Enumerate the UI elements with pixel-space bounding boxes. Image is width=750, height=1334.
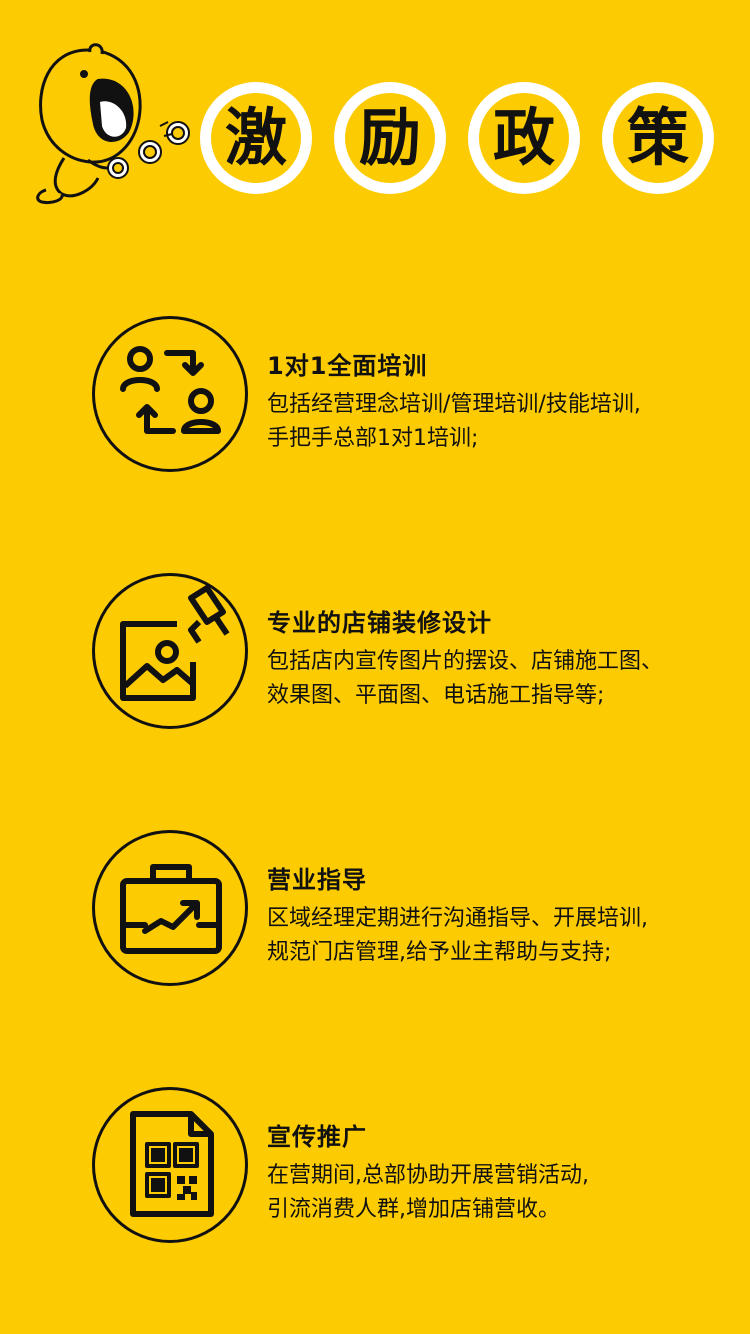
title-char: 激 bbox=[211, 93, 301, 183]
title-circle: 策 bbox=[602, 82, 714, 194]
item-desc-line: 在营期间,总部协助开展营销活动, bbox=[267, 1163, 589, 1188]
header: 激 励 政 策 bbox=[0, 0, 750, 230]
item-title: 宣传推广 bbox=[267, 1123, 367, 1151]
item-title: 营业指导 bbox=[267, 866, 367, 894]
policy-item-business-guidance: 营业指导 区域经理定期进行沟通指导、开展培训, 规范门店管理,给予业主帮助与支持… bbox=[92, 830, 732, 990]
item-description: 在营期间,总部协助开展营销活动, 引流消费人群,增加店铺营收。 bbox=[267, 1159, 727, 1227]
title-char: 励 bbox=[345, 93, 435, 183]
title-circle: 励 bbox=[334, 82, 446, 194]
policy-item-promotion: 宣传推广 在营期间,总部协助开展营销活动, 引流消费人群,增加店铺营收。 bbox=[92, 1087, 732, 1247]
title-char: 政 bbox=[479, 93, 569, 183]
title-circle: 政 bbox=[468, 82, 580, 194]
item-desc-line: 引流消费人群,增加店铺营收。 bbox=[267, 1197, 560, 1222]
policy-item-decoration: 专业的店铺装修设计 包括店内宣传图片的摆设、店铺施工图、 效果图、平面图、电话施… bbox=[92, 573, 732, 733]
item-description: 区域经理定期进行沟通指导、开展培训, 规范门店管理,给予业主帮助与支持; bbox=[267, 902, 727, 970]
item-desc-line: 包括店内宣传图片的摆设、店铺施工图、 bbox=[267, 649, 664, 674]
item-description: 包括店内宣传图片的摆设、店铺施工图、 效果图、平面图、电话施工指导等; bbox=[267, 645, 727, 713]
item-title: 1对1全面培训 bbox=[267, 352, 428, 380]
item-title: 专业的店铺装修设计 bbox=[267, 609, 492, 637]
qr-document-icon bbox=[92, 1087, 248, 1243]
item-description: 包括经营理念培训/管理培训/技能培训, 手把手总部1对1培训; bbox=[267, 388, 727, 456]
item-desc-line: 包括经营理念培训/管理培训/技能培训, bbox=[267, 392, 641, 417]
mascot-icon bbox=[36, 43, 190, 204]
title-circle: 激 bbox=[200, 82, 312, 194]
title-banner: 激 励 政 策 bbox=[200, 82, 714, 194]
item-desc-line: 区域经理定期进行沟通指导、开展培训, bbox=[267, 906, 648, 931]
item-desc-line: 效果图、平面图、电话施工指导等; bbox=[267, 683, 605, 708]
exchange-people-icon bbox=[92, 316, 248, 472]
picture-paint-roller-icon bbox=[92, 573, 248, 729]
item-desc-line: 手把手总部1对1培训; bbox=[267, 426, 479, 451]
item-desc-line: 规范门店管理,给予业主帮助与支持; bbox=[267, 940, 612, 965]
title-char: 策 bbox=[613, 93, 703, 183]
policy-item-training: 1对1全面培训 包括经营理念培训/管理培训/技能培训, 手把手总部1对1培训; bbox=[92, 316, 732, 476]
briefcase-growth-icon bbox=[92, 830, 248, 986]
